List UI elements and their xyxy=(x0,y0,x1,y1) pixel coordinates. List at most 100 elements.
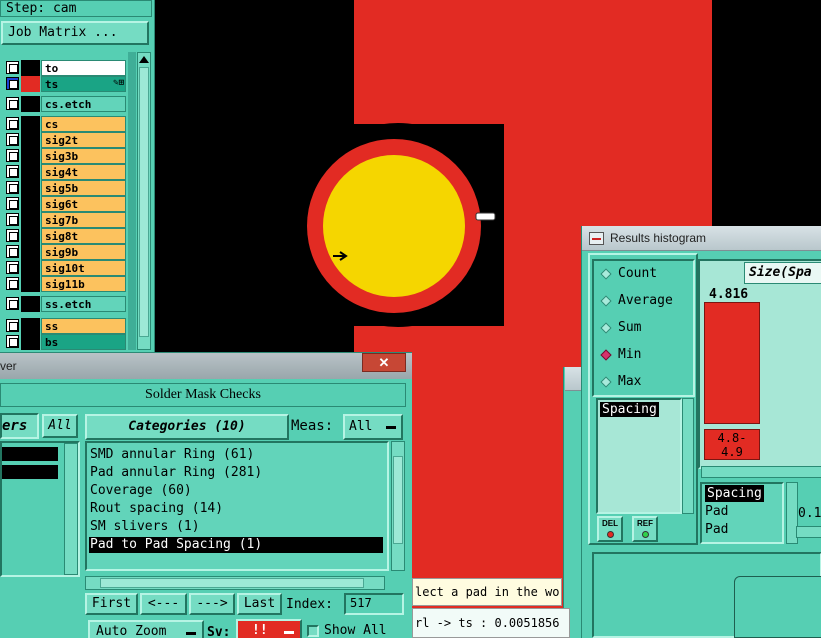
prev-button[interactable]: <--- xyxy=(140,593,187,615)
layer-row-sig10t[interactable]: sig10t xyxy=(4,260,126,276)
layer-visibility-checkbox[interactable] xyxy=(6,277,19,290)
job-matrix-button[interactable]: Job Matrix ... xyxy=(1,21,149,45)
measurement-item[interactable]: Spacing xyxy=(600,402,659,417)
category-item[interactable]: SMD annular Ring (61) xyxy=(89,447,383,463)
layer-row-bs[interactable]: bs xyxy=(4,334,126,350)
results-list[interactable]: Spacing Pad Pad xyxy=(700,482,784,544)
radio-diamond-icon[interactable] xyxy=(600,349,612,361)
category-item[interactable]: Rout spacing (14) xyxy=(89,501,383,517)
layer-row-sig4t[interactable]: sig4t xyxy=(4,164,126,180)
layer-color-swatch[interactable] xyxy=(21,76,40,92)
layer-color-swatch[interactable] xyxy=(21,180,40,196)
categories-hscroll-thumb[interactable] xyxy=(100,578,364,588)
layer-row-ts[interactable]: ts ✎⊞ xyxy=(4,76,126,92)
layer-row-sig2t[interactable]: sig2t xyxy=(4,132,126,148)
filters-all-button[interactable]: All xyxy=(42,414,78,438)
layer-visibility-checkbox[interactable] xyxy=(6,133,19,146)
layer-color-swatch[interactable] xyxy=(21,318,40,334)
del-button[interactable]: DEL xyxy=(597,516,623,542)
layer-visibility-checkbox[interactable] xyxy=(6,61,19,74)
meas-dropdown[interactable]: All xyxy=(343,414,403,440)
category-item[interactable]: Pad to Pad Spacing (1) xyxy=(89,537,383,553)
radio-diamond-icon[interactable] xyxy=(600,322,612,334)
severity-dropdown[interactable]: !! xyxy=(236,619,302,638)
radio-diamond-icon[interactable] xyxy=(600,295,612,307)
layer-row-sig9b[interactable]: sig9b xyxy=(4,244,126,260)
result-item[interactable]: Pad xyxy=(705,521,728,538)
layer-visibility-checkbox[interactable] xyxy=(6,213,19,226)
layer-visibility-checkbox[interactable] xyxy=(6,319,19,332)
filter-item[interactable] xyxy=(2,447,58,461)
layer-visibility-checkbox[interactable] xyxy=(6,77,19,90)
result-item[interactable]: Spacing xyxy=(705,485,764,502)
layer-list-scroll-thumb[interactable] xyxy=(139,67,149,337)
layer-row-cs[interactable]: cs xyxy=(4,116,126,132)
auto-zoom-dropdown[interactable]: Auto Zoom xyxy=(88,620,204,638)
ref-button[interactable]: REF xyxy=(632,516,658,542)
layer-color-swatch[interactable] xyxy=(21,334,40,350)
categories-scroll-thumb[interactable] xyxy=(393,456,403,544)
layer-visibility-checkbox[interactable] xyxy=(6,181,19,194)
filter-item[interactable] xyxy=(2,465,58,479)
layer-color-swatch[interactable] xyxy=(21,228,40,244)
show-all-checkbox[interactable] xyxy=(307,625,319,637)
categories-list[interactable]: SMD annular Ring (61) Pad annular Ring (2… xyxy=(85,441,389,571)
layer-color-swatch[interactable] xyxy=(21,60,40,76)
layer-row-sig7b[interactable]: sig7b xyxy=(4,212,126,228)
last-button[interactable]: Last xyxy=(237,593,282,615)
histogram-bar[interactable] xyxy=(704,302,760,424)
measurement-scrollbar[interactable] xyxy=(682,398,694,514)
layer-row-cs-etch[interactable]: cs.etch xyxy=(4,96,126,112)
layer-row-to[interactable]: to xyxy=(4,60,126,76)
layer-color-swatch[interactable] xyxy=(21,296,40,312)
close-button[interactable]: ✕ xyxy=(362,353,406,372)
layer-color-swatch[interactable] xyxy=(21,212,40,228)
layer-visibility-checkbox[interactable] xyxy=(6,297,19,310)
next-button[interactable]: ---> xyxy=(189,593,235,615)
layer-row-sig3b[interactable]: sig3b xyxy=(4,148,126,164)
layer-visibility-checkbox[interactable] xyxy=(6,165,19,178)
first-button[interactable]: First xyxy=(85,593,138,615)
histogram-hscrollbar[interactable] xyxy=(701,466,821,478)
filters-list[interactable] xyxy=(0,441,80,577)
layer-row-ss-etch[interactable]: ss.etch xyxy=(4,296,126,312)
layer-visibility-checkbox[interactable] xyxy=(6,149,19,162)
layer-color-swatch[interactable] xyxy=(21,260,40,276)
scroll-up-icon[interactable] xyxy=(139,56,149,63)
category-item[interactable]: SM slivers (1) xyxy=(89,519,383,535)
layer-visibility-checkbox[interactable] xyxy=(6,335,19,348)
layer-row-sig6t[interactable]: sig6t xyxy=(4,196,126,212)
layer-color-swatch[interactable] xyxy=(21,164,40,180)
category-item[interactable]: Pad annular Ring (281) xyxy=(89,465,383,481)
layer-list-scrollbar[interactable] xyxy=(137,52,151,350)
categories-scrollbar[interactable] xyxy=(391,441,405,571)
layer-visibility-checkbox[interactable] xyxy=(6,97,19,110)
layer-color-swatch[interactable] xyxy=(21,276,40,292)
layer-row-ss[interactable]: ss xyxy=(4,318,126,334)
layer-color-swatch[interactable] xyxy=(21,244,40,260)
result-item[interactable]: Pad xyxy=(705,503,728,520)
layer-visibility-checkbox[interactable] xyxy=(6,117,19,130)
filters-scrollbar[interactable] xyxy=(64,443,78,575)
layer-visibility-checkbox[interactable] xyxy=(6,261,19,274)
layer-visibility-checkbox[interactable] xyxy=(6,197,19,210)
layer-color-swatch[interactable] xyxy=(21,148,40,164)
layer-color-swatch[interactable] xyxy=(21,132,40,148)
layer-row-sig11b[interactable]: sig11b xyxy=(4,276,126,292)
layer-row-sig8t[interactable]: sig8t xyxy=(4,228,126,244)
layer-color-swatch[interactable] xyxy=(21,196,40,212)
layer-row-sig5b[interactable]: sig5b xyxy=(4,180,126,196)
categories-hscrollbar[interactable] xyxy=(85,576,385,590)
value-hscrollbar[interactable] xyxy=(796,526,821,538)
category-item[interactable]: Coverage (60) xyxy=(89,483,383,499)
radio-diamond-icon[interactable] xyxy=(600,268,612,280)
layer-visibility-checkbox[interactable] xyxy=(6,245,19,258)
radio-diamond-icon[interactable] xyxy=(600,376,612,388)
layer-color-swatch[interactable] xyxy=(21,116,40,132)
bin-label[interactable]: 4.8- 4.9 xyxy=(704,429,760,460)
layer-visibility-checkbox[interactable] xyxy=(6,229,19,242)
layer-color-swatch[interactable] xyxy=(21,96,40,112)
index-field[interactable]: 517 xyxy=(344,593,404,615)
measurement-list[interactable]: Spacing xyxy=(596,398,682,514)
categories-button[interactable]: Categories (10) xyxy=(85,414,289,440)
